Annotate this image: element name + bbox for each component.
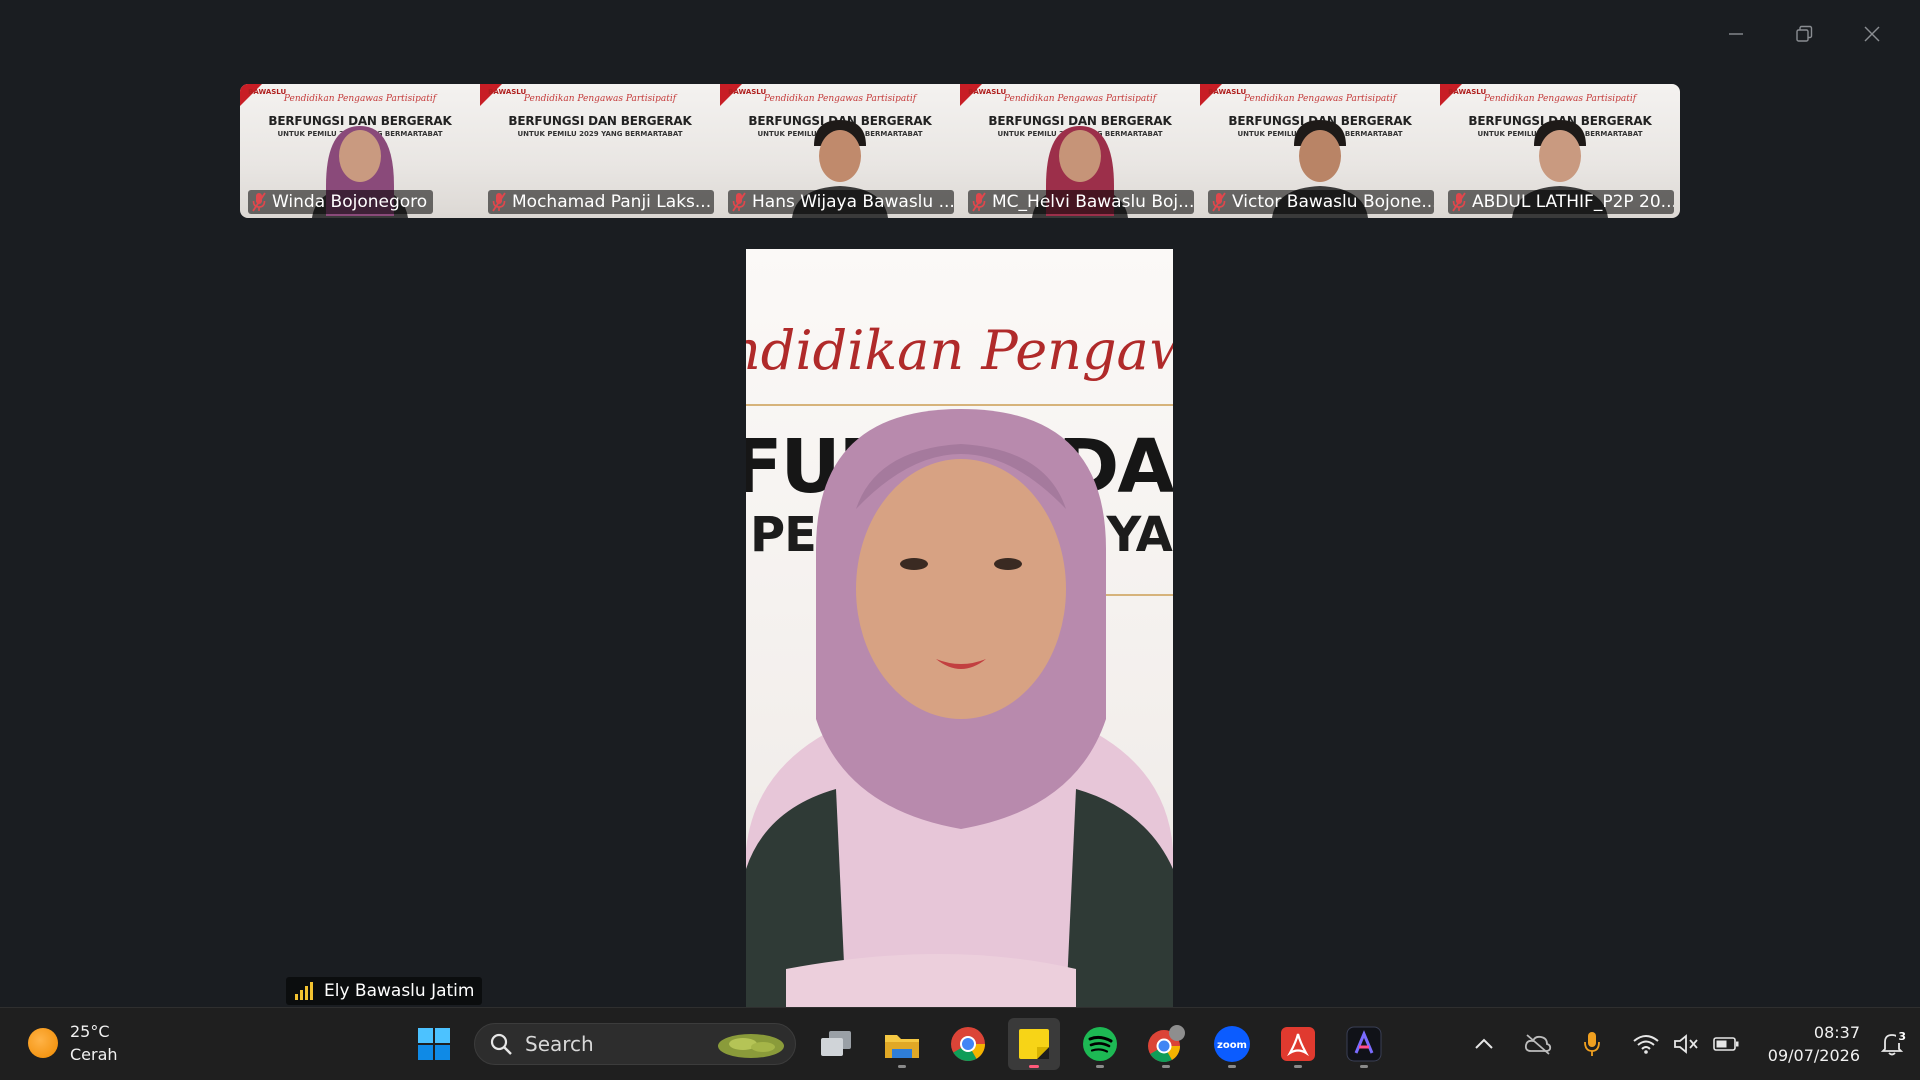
mic-muted-icon xyxy=(972,192,986,212)
chrome-profile-icon xyxy=(1148,1025,1185,1063)
signal-strength-icon xyxy=(295,982,313,1000)
cloud-off-icon xyxy=(1524,1034,1551,1055)
sticky-notes-button[interactable] xyxy=(1008,1018,1060,1070)
mic-muted-icon xyxy=(1452,192,1466,212)
chrome-profile-button[interactable] xyxy=(1140,1018,1192,1070)
capcut-button[interactable] xyxy=(1338,1018,1390,1070)
search-placeholder: Search xyxy=(525,1032,594,1056)
weather-widget[interactable]: 25°C Cerah xyxy=(28,1020,118,1066)
window-controls xyxy=(1702,14,1906,54)
windows-logo-icon xyxy=(418,1028,450,1060)
acrobat-icon xyxy=(1281,1027,1315,1061)
zoom-button[interactable]: zoom xyxy=(1206,1018,1258,1070)
svg-text:zoom: zoom xyxy=(1217,1040,1247,1051)
participant-tile[interactable]: BAWASLU Pendidikan Pengawas Partisipatif… xyxy=(960,84,1200,218)
sticky-notes-icon xyxy=(1019,1029,1049,1059)
task-view-button[interactable] xyxy=(810,1018,862,1070)
participant-name-label: ABDUL LATHIF_P2P 20... xyxy=(1448,190,1674,214)
participant-name-label: Winda Bojonegoro xyxy=(248,190,434,214)
search-icon xyxy=(490,1033,512,1055)
task-view-icon xyxy=(821,1031,851,1056)
participant-name: Winda Bojonegoro xyxy=(272,192,428,212)
tile-subtitle: UNTUK PEMILU 2029 YANG BERMARTABAT xyxy=(517,130,683,138)
participant-tile[interactable]: BAWASLU Pendidikan Pengawas Partisipatif… xyxy=(1440,84,1680,218)
taskbar-search[interactable]: Search xyxy=(474,1023,796,1065)
participant-tile[interactable]: BAWASLU Pendidikan Pengawas Partisipatif… xyxy=(1200,84,1440,218)
spotify-icon xyxy=(1083,1027,1117,1061)
tile-script: Pendidikan Pengawas Partisipatif xyxy=(763,94,917,104)
notifications-button[interactable]: 3 xyxy=(1872,1024,1912,1064)
chrome-button[interactable] xyxy=(942,1018,994,1070)
wifi-icon xyxy=(1633,1035,1659,1054)
volume-muted-icon xyxy=(1673,1034,1698,1054)
acrobat-button[interactable] xyxy=(1272,1018,1324,1070)
clock-date: 09/07/2026 xyxy=(1767,1046,1860,1065)
participant-name: Mochamad Panji Laks... xyxy=(512,192,712,212)
speaker-name: Ely Bawaslu Jatim xyxy=(324,981,475,1001)
participant-tile[interactable]: BAWASLU Pendidikan Pengawas Partisipatif… xyxy=(480,84,720,218)
clock-time: 08:37 xyxy=(1813,1023,1860,1042)
wifi-button[interactable] xyxy=(1626,1024,1666,1064)
participant-name: Victor Bawaslu Bojone... xyxy=(1232,192,1434,212)
restore-button[interactable] xyxy=(1770,14,1838,54)
active-speaker-video[interactable]: ndidikan Pengawas Pa FUNGSI DAN BE PEMIL… xyxy=(746,249,1173,1007)
minimize-button[interactable] xyxy=(1702,14,1770,54)
participant-tile[interactable]: BAWASLU Pendidikan Pengawas Partisipatif… xyxy=(720,84,960,218)
participant-name: MC_Helvi Bawaslu Boj... xyxy=(992,192,1194,212)
weather-temp: 25°C xyxy=(70,1022,110,1041)
participant-name: ABDUL LATHIF_P2P 20... xyxy=(1472,192,1674,212)
tile-script: Pendidikan Pengawas Partisipatif xyxy=(1483,94,1637,104)
taskbar-apps: Search zoom xyxy=(408,1018,1390,1070)
speaker-figure xyxy=(746,409,1173,1007)
participant-name-label: Hans Wijaya Bawaslu ... xyxy=(728,190,954,214)
close-button[interactable] xyxy=(1838,14,1906,54)
microphone-button[interactable] xyxy=(1572,1024,1612,1064)
mic-muted-icon xyxy=(492,192,506,212)
taskbar: 25°C Cerah Search zoom 08:37 09/07/2026 … xyxy=(0,1007,1920,1080)
participant-tile[interactable]: BAWASLU Pendidikan Pengawas Partisipatif… xyxy=(240,84,480,218)
chevron-up-icon xyxy=(1475,1038,1493,1049)
participant-name-label: Victor Bawaslu Bojone... xyxy=(1208,190,1434,214)
active-speaker-label: Ely Bawaslu Jatim xyxy=(286,977,483,1005)
mic-muted-icon xyxy=(252,192,266,212)
taskbar-clock[interactable]: 08:37 09/07/2026 xyxy=(1768,1021,1860,1067)
participant-name-label: Mochamad Panji Laks... xyxy=(488,190,714,214)
notification-count: 3 xyxy=(1896,1030,1908,1043)
battery-icon xyxy=(1712,1037,1739,1051)
mic-muted-icon xyxy=(1212,192,1226,212)
microphone-icon xyxy=(1583,1032,1600,1056)
close-icon xyxy=(1864,26,1880,42)
participant-gallery: BAWASLU Pendidikan Pengawas Partisipatif… xyxy=(240,84,1680,218)
tile-script: Pendidikan Pengawas Partisipatif xyxy=(1243,94,1397,104)
capcut-icon xyxy=(1346,1026,1382,1062)
start-button[interactable] xyxy=(408,1018,460,1070)
search-highlight-icon xyxy=(718,1034,784,1058)
tile-script: Pendidikan Pengawas Partisipatif xyxy=(523,94,677,104)
file-explorer-button[interactable] xyxy=(876,1018,928,1070)
sun-icon xyxy=(28,1028,58,1058)
tile-script: Pendidikan Pengawas Partisipatif xyxy=(283,94,437,104)
minimize-icon xyxy=(1729,33,1743,35)
participant-name: Hans Wijaya Bawaslu ... xyxy=(752,192,954,212)
folder-icon xyxy=(885,1035,919,1058)
spotify-button[interactable] xyxy=(1074,1018,1126,1070)
system-tray: 08:37 09/07/2026 3 xyxy=(1458,1008,1920,1080)
volume-button[interactable] xyxy=(1666,1024,1706,1064)
weather-condition: Cerah xyxy=(70,1045,118,1064)
show-hidden-icons-button[interactable] xyxy=(1464,1024,1504,1064)
tile-title: BERFUNGSI DAN BERGERAK xyxy=(508,114,692,128)
cloud-off-button[interactable] xyxy=(1518,1024,1558,1064)
battery-button[interactable] xyxy=(1706,1024,1746,1064)
zoom-icon: zoom xyxy=(1214,1026,1250,1062)
participant-name-label: MC_Helvi Bawaslu Boj... xyxy=(968,190,1194,214)
restore-icon xyxy=(1796,25,1813,42)
tile-script: Pendidikan Pengawas Partisipatif xyxy=(1003,94,1157,104)
mic-muted-icon xyxy=(732,192,746,212)
chrome-icon xyxy=(951,1027,985,1061)
